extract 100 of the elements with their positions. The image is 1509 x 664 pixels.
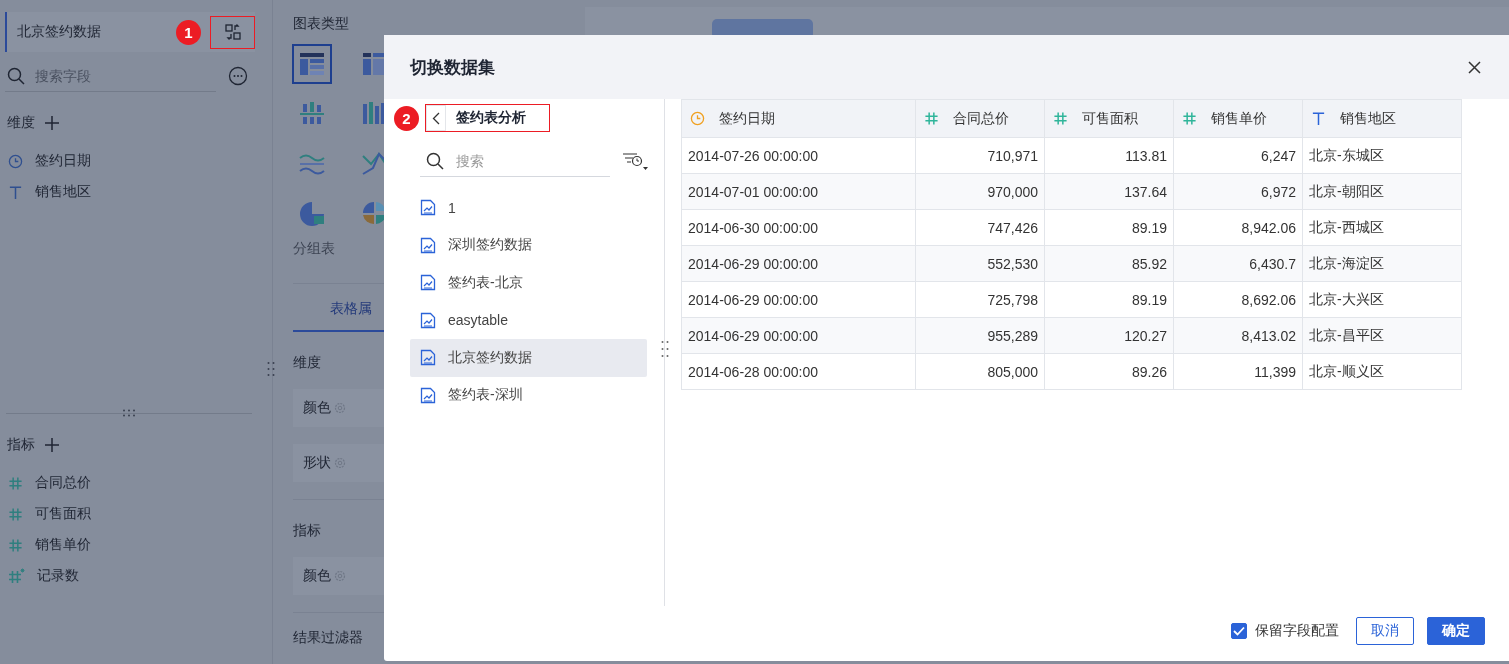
back-button[interactable]	[426, 105, 446, 131]
column-header: 销售地区	[1302, 99, 1462, 138]
section-title: 维度	[7, 114, 35, 132]
checkbox[interactable]	[1231, 623, 1247, 639]
keep-config-checkbox[interactable]: 保留字段配置	[1231, 622, 1339, 640]
table-cell: 120.27	[1044, 317, 1174, 354]
table-cell: 2014-06-28 00:00:00	[681, 353, 916, 390]
close-icon[interactable]	[1468, 60, 1481, 74]
text-type-icon	[8, 184, 23, 200]
grip-icon[interactable]	[267, 361, 275, 377]
clock-icon	[8, 153, 23, 169]
table-cell: 89.26	[1044, 353, 1174, 390]
table-cell: 970,000	[915, 173, 1045, 210]
table-cell: 6,972	[1173, 173, 1303, 210]
callout-number: 1	[176, 19, 201, 45]
hash-icon	[8, 537, 23, 553]
chart-type-icon[interactable]	[292, 44, 332, 84]
section-title: 指标	[293, 522, 322, 540]
add-icon[interactable]	[45, 438, 59, 452]
table-cell: 2014-06-30 00:00:00	[681, 209, 916, 246]
dataset-item[interactable]: easytable	[410, 301, 647, 339]
table-cell: 2014-07-01 00:00:00	[681, 173, 916, 210]
table-cell: 747,426	[915, 209, 1045, 246]
hash-icon	[1053, 111, 1068, 126]
table-cell: 11,399	[1173, 353, 1303, 390]
dataset-item[interactable]: 签约表-北京	[410, 264, 647, 302]
field-item[interactable]: 销售单价	[8, 534, 272, 556]
clock-icon	[690, 111, 705, 126]
grip-icon[interactable]	[661, 340, 669, 358]
swap-icon	[223, 23, 242, 41]
add-icon[interactable]	[45, 116, 59, 130]
slot-label: 形状	[303, 454, 331, 472]
table-cell: 6,247	[1173, 137, 1303, 174]
table-cell: 113.81	[1044, 137, 1174, 174]
grip-icon[interactable]	[122, 409, 136, 417]
search-field[interactable]: 搜索字段	[33, 66, 187, 85]
dataset-icon	[420, 236, 436, 254]
dialog-title: 切换数据集	[410, 56, 495, 79]
table-cell: 北京-大兴区	[1302, 281, 1462, 318]
dataset-item[interactable]: 深圳签约数据	[410, 226, 647, 264]
table-cell: 89.19	[1044, 281, 1174, 318]
section-title: 维度	[293, 354, 322, 372]
table-cell: 8,413.02	[1173, 317, 1303, 354]
hash-icon	[8, 506, 23, 522]
table-cell: 2014-06-29 00:00:00	[681, 245, 916, 282]
field-item[interactable]: 销售地区	[8, 181, 272, 203]
table-cell: 8,692.06	[1173, 281, 1303, 318]
hash-icon	[1182, 111, 1197, 126]
field-item[interactable]: 签约日期	[8, 150, 272, 172]
slot-label: 颜色	[303, 567, 331, 585]
dataset-item[interactable]: 签约表-深圳	[410, 376, 647, 414]
table-cell: 北京-昌平区	[1302, 317, 1462, 354]
table-cell: 2014-06-29 00:00:00	[681, 281, 916, 318]
chevron-left-icon	[432, 111, 440, 125]
chart-type-label: 分组表	[293, 240, 336, 258]
dataset-icon	[420, 349, 436, 367]
section-title: 指标	[7, 436, 35, 454]
hash-icon	[8, 475, 23, 491]
dataset-name: 北京签约数据	[17, 23, 102, 41]
table-cell: 85.92	[1044, 245, 1174, 282]
confirm-button[interactable]: 确定	[1427, 617, 1485, 645]
table-cell: 北京-朝阳区	[1302, 173, 1462, 210]
folder-title: 签约表分析	[456, 109, 526, 127]
table-cell: 8,942.06	[1173, 209, 1303, 246]
column-header: 可售面积	[1044, 99, 1174, 138]
field-item[interactable]: 可售面积	[8, 503, 272, 525]
dataset-item[interactable]: 1	[410, 189, 647, 227]
table-cell: 北京-海淀区	[1302, 245, 1462, 282]
table-cell: 710,971	[915, 137, 1045, 174]
dataset-icon	[420, 274, 436, 292]
field-item[interactable]: 合同总价	[8, 472, 272, 494]
table-cell: 2014-07-26 00:00:00	[681, 137, 916, 174]
slot-label: 颜色	[303, 399, 331, 417]
sort-icon[interactable]	[622, 151, 648, 171]
column-header: 销售单价	[1173, 99, 1303, 138]
search-field[interactable]: 搜索	[454, 151, 598, 170]
hash-star-icon	[8, 568, 25, 584]
switch-dataset-button[interactable]	[210, 15, 255, 49]
panel-title: 图表类型	[293, 15, 350, 33]
hash-icon	[924, 111, 939, 126]
table-cell: 955,289	[915, 317, 1045, 354]
table-cell: 北京-东城区	[1302, 137, 1462, 174]
table-cell: 北京-顺义区	[1302, 353, 1462, 390]
more-icon[interactable]	[228, 66, 248, 86]
field-item[interactable]: 记录数	[8, 565, 272, 587]
table-cell: 805,000	[915, 353, 1045, 390]
dataset-item[interactable]: 北京签约数据	[410, 339, 647, 377]
table-cell: 89.19	[1044, 209, 1174, 246]
column-header: 签约日期	[681, 99, 916, 138]
dataset-icon	[420, 386, 436, 404]
table-cell: 2014-06-29 00:00:00	[681, 317, 916, 354]
table-cell: 137.64	[1044, 173, 1174, 210]
table-cell: 北京-西城区	[1302, 209, 1462, 246]
table-cell: 6,430.7	[1173, 245, 1303, 282]
cancel-button[interactable]: 取消	[1356, 617, 1414, 645]
text-type-icon	[1311, 111, 1326, 126]
dataset-icon	[420, 311, 436, 329]
section-title: 结果过滤器	[293, 629, 364, 647]
table-cell: 552,530	[915, 245, 1045, 282]
column-header: 合同总价	[915, 99, 1045, 138]
